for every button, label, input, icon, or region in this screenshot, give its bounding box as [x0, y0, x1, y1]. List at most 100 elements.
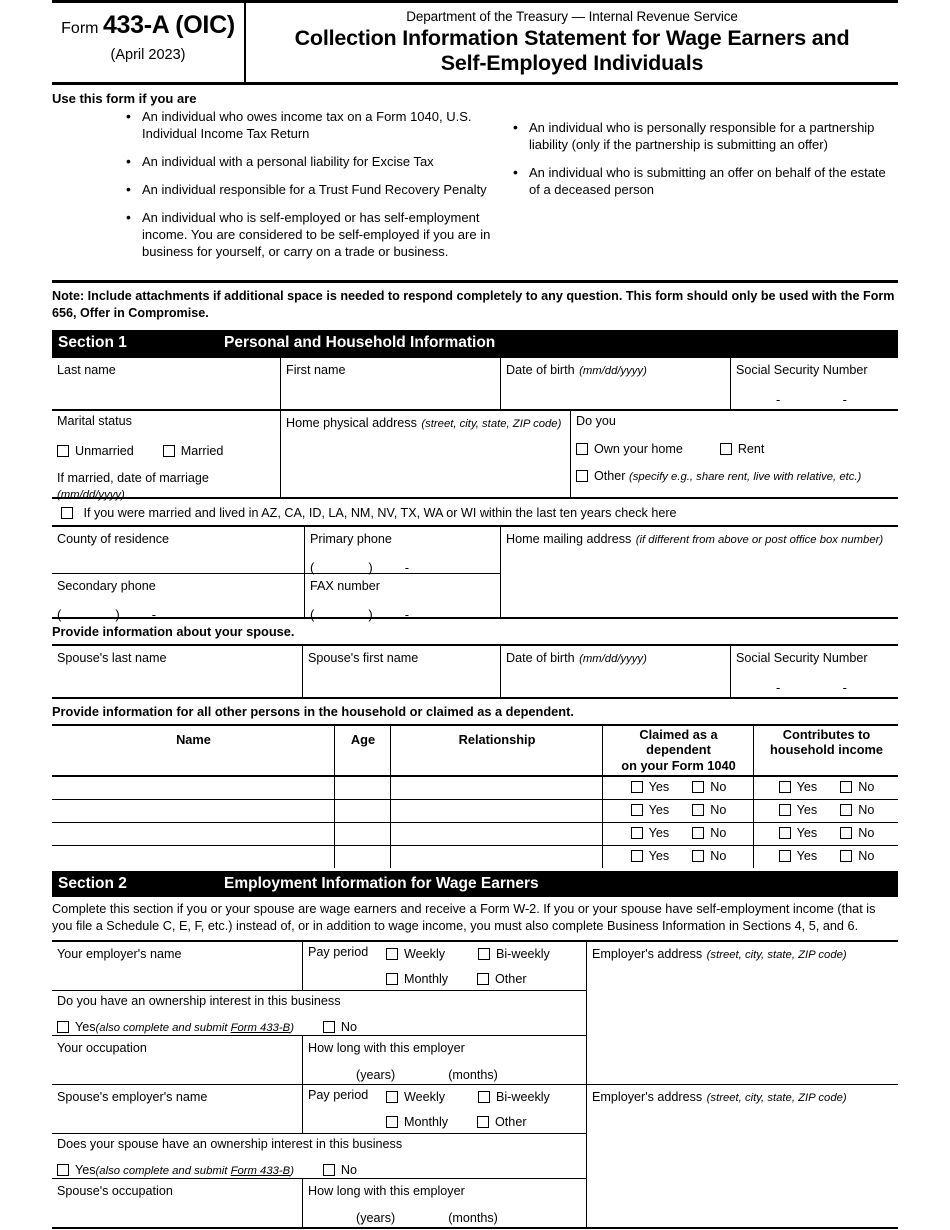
cell-age[interactable]	[334, 777, 390, 800]
checkbox-icon[interactable]	[322, 1164, 335, 1177]
cell-dependent[interactable]: Yes No	[602, 777, 753, 800]
checkbox-icon[interactable]	[778, 781, 791, 794]
employer-name-field[interactable]: Your employer's name	[52, 942, 302, 989]
checkbox-icon[interactable]	[778, 850, 791, 863]
dependent-yes-option[interactable]: Yes	[630, 849, 669, 863]
checkbox-icon[interactable]	[630, 850, 643, 863]
checkbox-icon[interactable]	[386, 947, 398, 960]
rent-option[interactable]: Rent	[719, 442, 764, 456]
cell-contributes[interactable]: Yes No	[753, 800, 898, 823]
pay-period-other-option[interactable]: Other	[477, 972, 527, 986]
checkbox-icon[interactable]	[576, 469, 588, 482]
dependent-no-option[interactable]: No	[692, 780, 726, 794]
contributes-yes-option[interactable]: Yes	[778, 803, 817, 817]
checkbox-icon[interactable]	[630, 827, 643, 840]
date-of-birth-field[interactable]: Date of birth (mm/dd/yyyy)	[500, 358, 730, 410]
ownership-yes-option[interactable]: Yes(also complete and submit Form 433-B)	[57, 1020, 294, 1034]
first-name-field[interactable]: First name	[280, 358, 500, 410]
checkbox-icon[interactable]	[386, 972, 398, 985]
checkbox-icon[interactable]	[61, 507, 73, 520]
checkbox-icon[interactable]	[778, 827, 791, 840]
cell-age[interactable]	[334, 846, 390, 869]
cell-age[interactable]	[334, 800, 390, 823]
cell-age[interactable]	[334, 823, 390, 846]
cell-relationship[interactable]	[390, 800, 602, 823]
checkbox-icon[interactable]	[576, 442, 588, 455]
checkbox-icon[interactable]	[692, 827, 705, 840]
cell-relationship[interactable]	[390, 823, 602, 846]
contributes-yes-option[interactable]: Yes	[778, 780, 817, 794]
checkbox-icon[interactable]	[630, 804, 643, 817]
checkbox-icon[interactable]	[322, 1021, 335, 1034]
pay-period-monthly-option[interactable]: Monthly	[386, 972, 448, 986]
spouse-pay-period-monthly-option[interactable]: Monthly	[386, 1115, 448, 1129]
checkbox-icon[interactable]	[692, 804, 705, 817]
checkbox-icon[interactable]	[386, 1090, 398, 1103]
contributes-no-option[interactable]: No	[840, 780, 874, 794]
marital-unmarried-option[interactable]: Unmarried	[57, 444, 134, 458]
pay-period-biweekly-option[interactable]: Bi-weekly	[477, 947, 550, 961]
checkbox-icon[interactable]	[57, 1021, 69, 1034]
checkbox-icon[interactable]	[692, 850, 705, 863]
cell-name[interactable]	[52, 823, 334, 845]
home-physical-address-field[interactable]: Home physical address (street, city, sta…	[280, 411, 570, 498]
contributes-yes-option[interactable]: Yes	[778, 826, 817, 840]
dependent-yes-option[interactable]: Yes	[630, 826, 669, 840]
marriage-date-field[interactable]: If married, date of marriage (mm/dd/yyyy…	[57, 471, 276, 502]
cell-dependent[interactable]: Yes No	[602, 846, 753, 869]
spouse-last-name-field[interactable]: Spouse's last name	[52, 646, 302, 689]
contributes-no-option[interactable]: No	[840, 803, 874, 817]
cell-name[interactable]	[52, 800, 334, 822]
employer-address-field[interactable]: Employer's address (street, city, state,…	[586, 941, 898, 1084]
marital-married-option[interactable]: Married	[162, 444, 223, 458]
spouse-first-name-field[interactable]: Spouse's first name	[302, 646, 500, 698]
spouse-employer-address-field[interactable]: Employer's address (street, city, state,…	[586, 1084, 898, 1227]
checkbox-icon[interactable]	[57, 444, 69, 457]
cell-contributes[interactable]: Yes No	[753, 823, 898, 846]
county-of-residence-field[interactable]: County of residence	[52, 527, 304, 573]
other-housing-option[interactable]: Other (specify e.g., share rent, live wi…	[576, 469, 861, 483]
fax-number-field[interactable]: FAX number () -	[305, 573, 500, 622]
spouse-ownership-yes-option[interactable]: Yes(also complete and submit Form 433-B)	[57, 1163, 294, 1177]
checkbox-icon[interactable]	[778, 804, 791, 817]
checkbox-icon[interactable]	[840, 781, 853, 794]
cell-contributes[interactable]: Yes No	[753, 777, 898, 800]
contributes-yes-option[interactable]: Yes	[778, 849, 817, 863]
spouse-occupation-field[interactable]: Spouse's occupation	[52, 1179, 302, 1223]
primary-phone-field[interactable]: Primary phone () -	[305, 527, 500, 575]
checkbox-icon[interactable]	[630, 781, 643, 794]
spouse-pay-period-weekly-option[interactable]: Weekly	[386, 1090, 445, 1104]
pay-period-weekly-option[interactable]: Weekly	[386, 947, 445, 961]
dependent-no-option[interactable]: No	[692, 826, 726, 840]
checkbox-icon[interactable]	[477, 947, 490, 960]
checkbox-icon[interactable]	[386, 1115, 398, 1128]
form-433b-link[interactable]: Form 433-B	[231, 1022, 291, 1034]
cell-relationship[interactable]	[390, 846, 602, 869]
community-property-option[interactable]: If you were married and lived in AZ, CA,…	[52, 499, 898, 525]
spouse-how-long-employer-field[interactable]: How long with this employer (years) (mon…	[302, 1178, 586, 1227]
spouse-date-of-birth-field[interactable]: Date of birth (mm/dd/yyyy)	[500, 646, 730, 698]
spouse-ownership-no-option[interactable]: No	[322, 1163, 357, 1177]
checkbox-icon[interactable]	[840, 850, 853, 863]
own-home-option[interactable]: Own your home	[576, 442, 683, 456]
dependent-yes-option[interactable]: Yes	[630, 780, 669, 794]
checkbox-icon[interactable]	[477, 972, 490, 985]
cell-relationship[interactable]	[390, 777, 602, 800]
checkbox-icon[interactable]	[162, 444, 175, 457]
spouse-pay-period-biweekly-option[interactable]: Bi-weekly	[477, 1090, 550, 1104]
spouse-pay-period-other-option[interactable]: Other	[477, 1115, 527, 1129]
dependent-no-option[interactable]: No	[692, 849, 726, 863]
checkbox-icon[interactable]	[719, 442, 732, 455]
ssn-field[interactable]: Social Security Number - -	[730, 358, 898, 410]
contributes-no-option[interactable]: No	[840, 849, 874, 863]
checkbox-icon[interactable]	[840, 827, 853, 840]
checkbox-icon[interactable]	[57, 1164, 69, 1177]
checkbox-icon[interactable]	[840, 804, 853, 817]
checkbox-icon[interactable]	[477, 1090, 490, 1103]
cell-dependent[interactable]: Yes No	[602, 800, 753, 823]
contributes-no-option[interactable]: No	[840, 826, 874, 840]
checkbox-icon[interactable]	[477, 1115, 490, 1128]
spouse-ssn-field[interactable]: Social Security Number - -	[730, 646, 898, 698]
cell-name[interactable]	[52, 777, 334, 799]
secondary-phone-field[interactable]: Secondary phone () -	[52, 573, 304, 622]
